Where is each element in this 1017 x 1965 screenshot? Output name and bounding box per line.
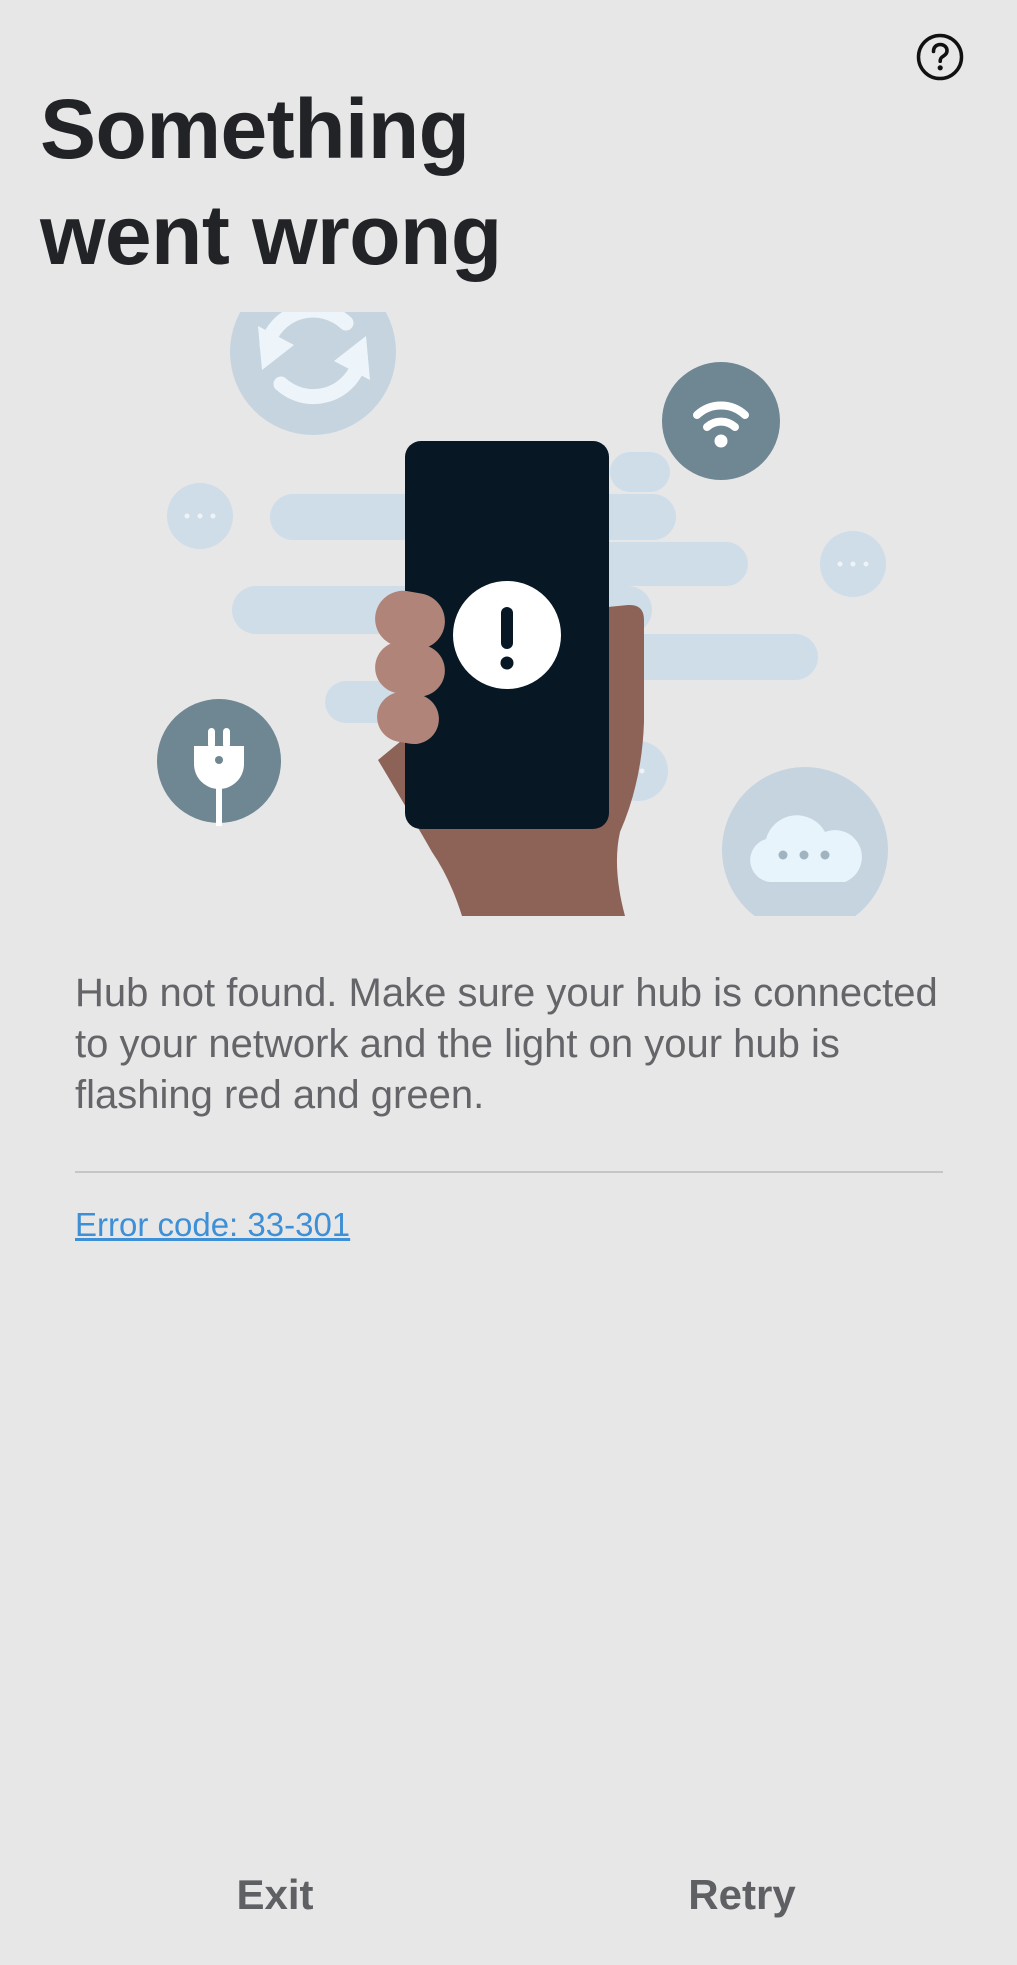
alert-icon bbox=[453, 581, 561, 689]
help-button[interactable] bbox=[916, 33, 964, 81]
hand-fingers bbox=[375, 590, 445, 745]
sync-icon bbox=[230, 312, 396, 435]
retry-button[interactable]: Retry bbox=[642, 1862, 842, 1928]
error-code-link[interactable]: Error code: 33-301 bbox=[75, 1204, 350, 1246]
chat-bubble-left-icon bbox=[167, 483, 233, 549]
exit-button[interactable]: Exit bbox=[175, 1862, 375, 1928]
wifi-icon bbox=[662, 362, 780, 480]
cloud-icon bbox=[722, 767, 888, 916]
plug-icon bbox=[157, 699, 281, 826]
error-message: Hub not found. Make sure your hub is con… bbox=[75, 971, 938, 1117]
title-line-2: went wrong bbox=[40, 188, 502, 282]
question-circle-icon bbox=[916, 33, 964, 81]
chat-bubble-right-icon bbox=[820, 531, 886, 597]
title-line-1: Something bbox=[40, 82, 470, 176]
divider bbox=[75, 1171, 943, 1173]
page-title: Something went wrong bbox=[40, 76, 860, 288]
error-illustration bbox=[150, 312, 900, 916]
